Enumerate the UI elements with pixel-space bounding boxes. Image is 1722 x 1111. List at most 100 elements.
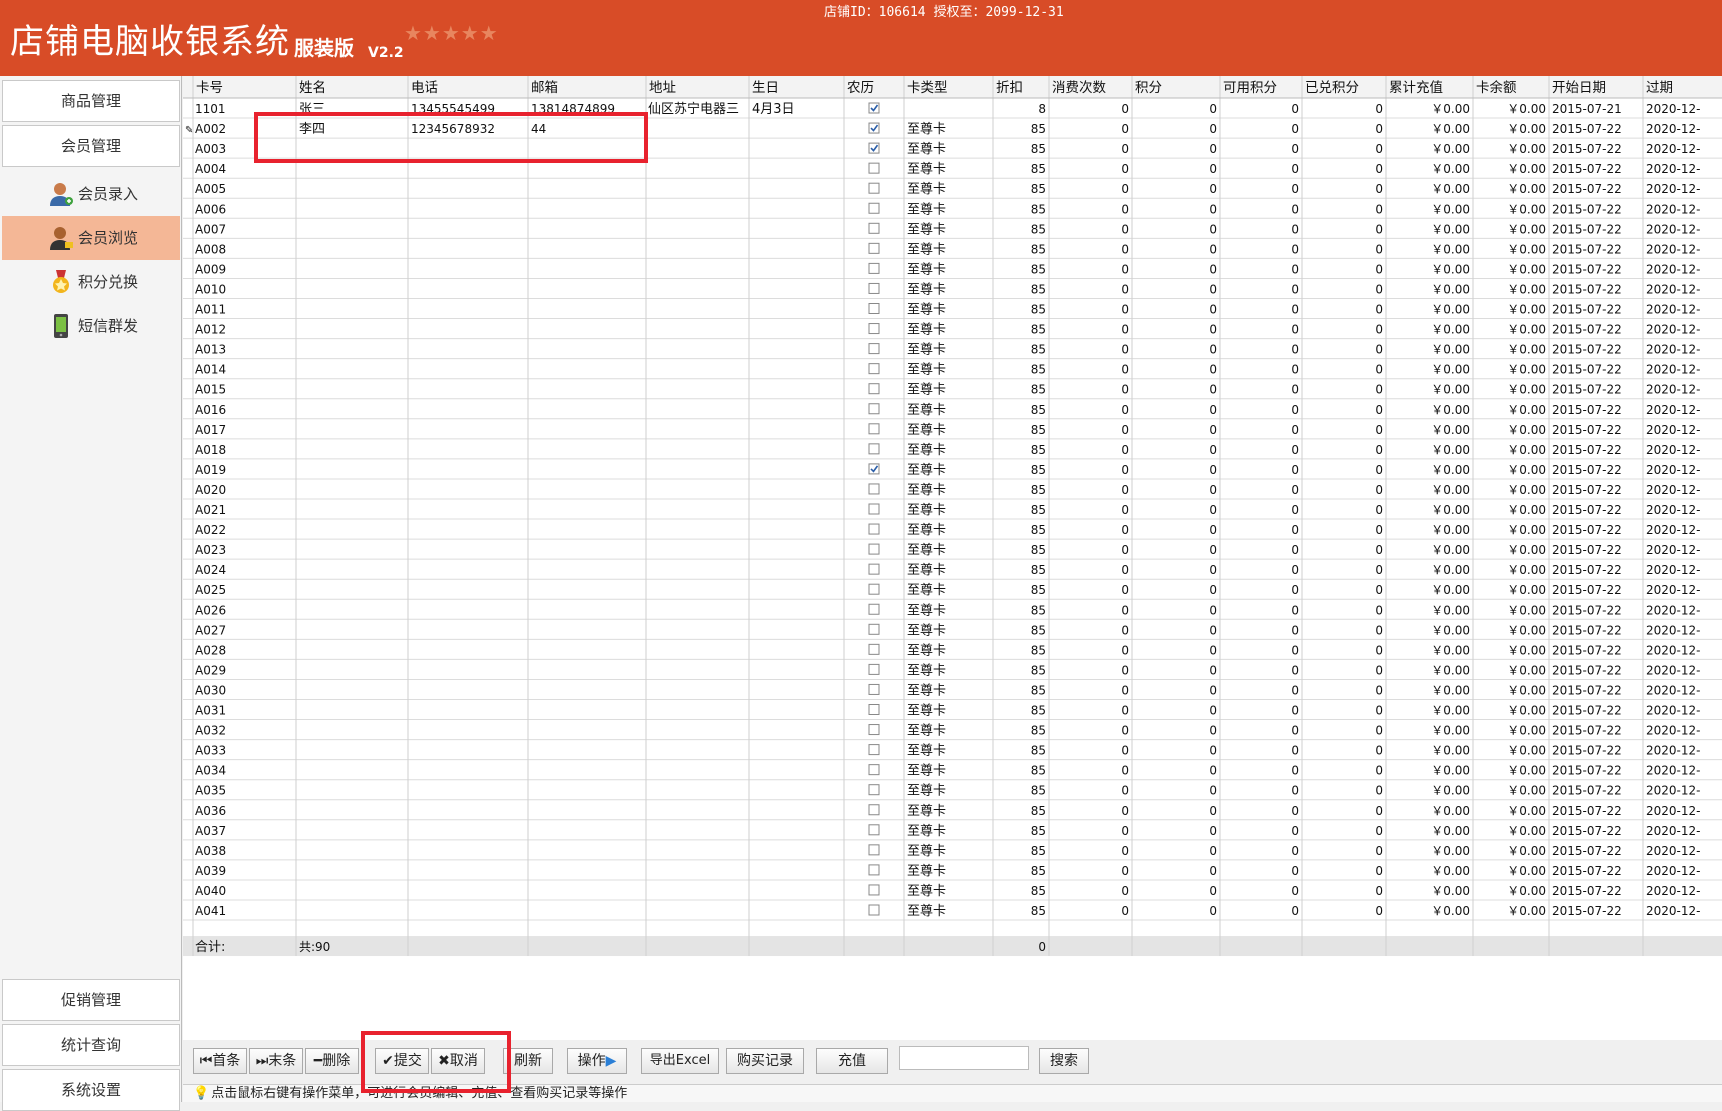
operate-button[interactable]: 操作▶ — [567, 1048, 627, 1074]
sidebar-item-goods[interactable]: 商品管理 — [2, 80, 180, 122]
cell-count: 0 — [1121, 343, 1129, 357]
lunar-checkbox[interactable] — [868, 202, 880, 214]
lunar-checkbox[interactable] — [868, 623, 880, 635]
lunar-checkbox[interactable] — [868, 343, 880, 355]
lunar-checkbox[interactable] — [868, 864, 880, 876]
cell-balance: ￥0.00 — [1507, 603, 1546, 617]
lunar-checkbox[interactable] — [868, 242, 880, 254]
lunar-checkbox[interactable] — [868, 182, 880, 194]
cell-count: 0 — [1121, 122, 1129, 136]
cell-balance: ￥0.00 — [1507, 543, 1546, 557]
cell-redeemed: 0 — [1375, 503, 1383, 517]
first-record-button[interactable]: ⏮首条 — [193, 1048, 247, 1074]
cell-count: 0 — [1121, 323, 1129, 337]
cell-start-date: 2015-07-22 — [1552, 683, 1622, 697]
cell-expire-date: 2020-12- — [1646, 202, 1700, 216]
lunar-checkbox[interactable] — [868, 222, 880, 234]
cell-avail: 0 — [1291, 282, 1299, 296]
cell-card-no: 1101 — [195, 102, 226, 116]
lunar-checkbox[interactable] — [868, 543, 880, 555]
lunar-checkbox[interactable] — [868, 162, 880, 174]
search-button[interactable]: 搜索 — [1039, 1048, 1089, 1074]
lunar-checkbox[interactable] — [868, 102, 880, 114]
cell-expire-date: 2020-12- — [1646, 543, 1700, 557]
cell-start-date: 2015-07-21 — [1552, 102, 1622, 116]
lunar-checkbox[interactable] — [868, 683, 880, 695]
shop-license-info: 店铺ID：106614 授权至：2099-12-31 — [824, 5, 1064, 20]
export-excel-button[interactable]: 导出Excel — [641, 1048, 719, 1074]
cell-points: 0 — [1209, 343, 1217, 357]
cell-avail: 0 — [1291, 242, 1299, 256]
lunar-checkbox[interactable] — [868, 463, 880, 475]
cell-count: 0 — [1121, 142, 1129, 156]
last-record-button[interactable]: ⏭末条 — [249, 1048, 303, 1074]
cell-card-no: A029 — [195, 663, 226, 677]
cell-count: 0 — [1121, 704, 1129, 718]
cell-recharge: ￥0.00 — [1431, 884, 1470, 898]
lunar-checkbox[interactable] — [868, 443, 880, 455]
lunar-checkbox[interactable] — [868, 764, 880, 776]
cell-balance: ￥0.00 — [1507, 162, 1546, 176]
cell-start-date: 2015-07-22 — [1552, 844, 1622, 858]
lunar-checkbox[interactable] — [868, 323, 880, 335]
lunar-checkbox[interactable] — [868, 724, 880, 736]
lunar-checkbox[interactable] — [868, 363, 880, 375]
lunar-checkbox[interactable] — [868, 804, 880, 816]
sidebar-item-settings[interactable]: 系统设置 — [2, 1069, 180, 1111]
cell-count: 0 — [1121, 904, 1129, 918]
lunar-checkbox[interactable] — [868, 503, 880, 515]
lunar-checkbox[interactable] — [868, 824, 880, 836]
lunar-checkbox[interactable] — [868, 663, 880, 675]
cell-start-date: 2015-07-22 — [1552, 443, 1622, 457]
cell-start-date: 2015-07-22 — [1552, 623, 1622, 637]
cell-start-date: 2015-07-22 — [1552, 162, 1622, 176]
lunar-checkbox[interactable] — [868, 884, 880, 896]
lunar-checkbox[interactable] — [868, 563, 880, 575]
sidebar-item-sms[interactable]: 短信群发 — [2, 304, 180, 348]
cell-points: 0 — [1209, 583, 1217, 597]
member-grid[interactable]: 卡号 姓名 电话 邮箱 地址 生日 农历 卡类型 折扣 消费次数 积分 可用积分 已兑积分 累计充值 卡余额… — [183, 76, 1722, 1086]
cell-avail: 0 — [1291, 623, 1299, 637]
cell-discount: 85 — [1031, 683, 1046, 697]
lunar-checkbox[interactable] — [868, 383, 880, 395]
lunar-checkbox[interactable] — [868, 262, 880, 274]
lunar-checkbox[interactable] — [868, 282, 880, 294]
lunar-checkbox[interactable] — [868, 523, 880, 535]
submit-button[interactable]: ✔提交 — [375, 1048, 429, 1074]
sidebar-item-member-entry[interactable]: 会员录入 — [2, 172, 180, 216]
sidebar-item-promotion[interactable]: 促销管理 — [2, 979, 180, 1021]
lunar-checkbox[interactable] — [868, 142, 880, 154]
column-header: 累计充值 — [1389, 80, 1443, 96]
sidebar-item-member-browse[interactable]: 会员浏览 — [2, 216, 180, 260]
lunar-checkbox[interactable] — [868, 303, 880, 314]
cell-redeemed: 0 — [1375, 523, 1383, 537]
sidebar-item-points-exchange[interactable]: 积分兑换 — [2, 260, 180, 304]
member-table[interactable]: 卡号 姓名 电话 邮箱 地址 生日 农历 卡类型 折扣 消费次数 积分 可用积分 已兑积分 累计充值 卡余额… — [183, 76, 1722, 1040]
lunar-checkbox[interactable] — [868, 844, 880, 856]
lunar-checkbox[interactable] — [868, 784, 880, 796]
sidebar-item-statistics[interactable]: 统计查询 — [2, 1024, 180, 1066]
cell-card-no: A025 — [195, 583, 226, 597]
purchase-history-button[interactable]: 购买记录 — [726, 1048, 804, 1074]
cell-recharge: ￥0.00 — [1431, 242, 1470, 256]
lunar-checkbox[interactable] — [868, 744, 880, 756]
cell-avail: 0 — [1291, 764, 1299, 778]
lunar-checkbox[interactable] — [868, 423, 880, 435]
lunar-checkbox[interactable] — [868, 603, 880, 615]
lunar-checkbox[interactable] — [868, 704, 880, 715]
lunar-checkbox[interactable] — [868, 122, 880, 134]
lunar-checkbox[interactable] — [868, 403, 880, 415]
refresh-button[interactable]: 刷新 — [503, 1048, 553, 1074]
sidebar-item-members[interactable]: 会员管理 — [2, 125, 180, 167]
search-input[interactable] — [899, 1046, 1029, 1070]
lunar-checkbox[interactable] — [868, 583, 880, 595]
cell-points: 0 — [1209, 543, 1217, 557]
lunar-checkbox[interactable] — [868, 904, 880, 916]
lunar-checkbox[interactable] — [868, 483, 880, 495]
delete-button[interactable]: ━删除 — [305, 1048, 359, 1074]
cancel-button[interactable]: ✖取消 — [431, 1048, 485, 1074]
lunar-checkbox[interactable] — [868, 643, 880, 655]
recharge-button[interactable]: 充值 — [816, 1048, 888, 1074]
cell-balance: ￥0.00 — [1507, 182, 1546, 196]
cell-points: 0 — [1209, 744, 1217, 758]
